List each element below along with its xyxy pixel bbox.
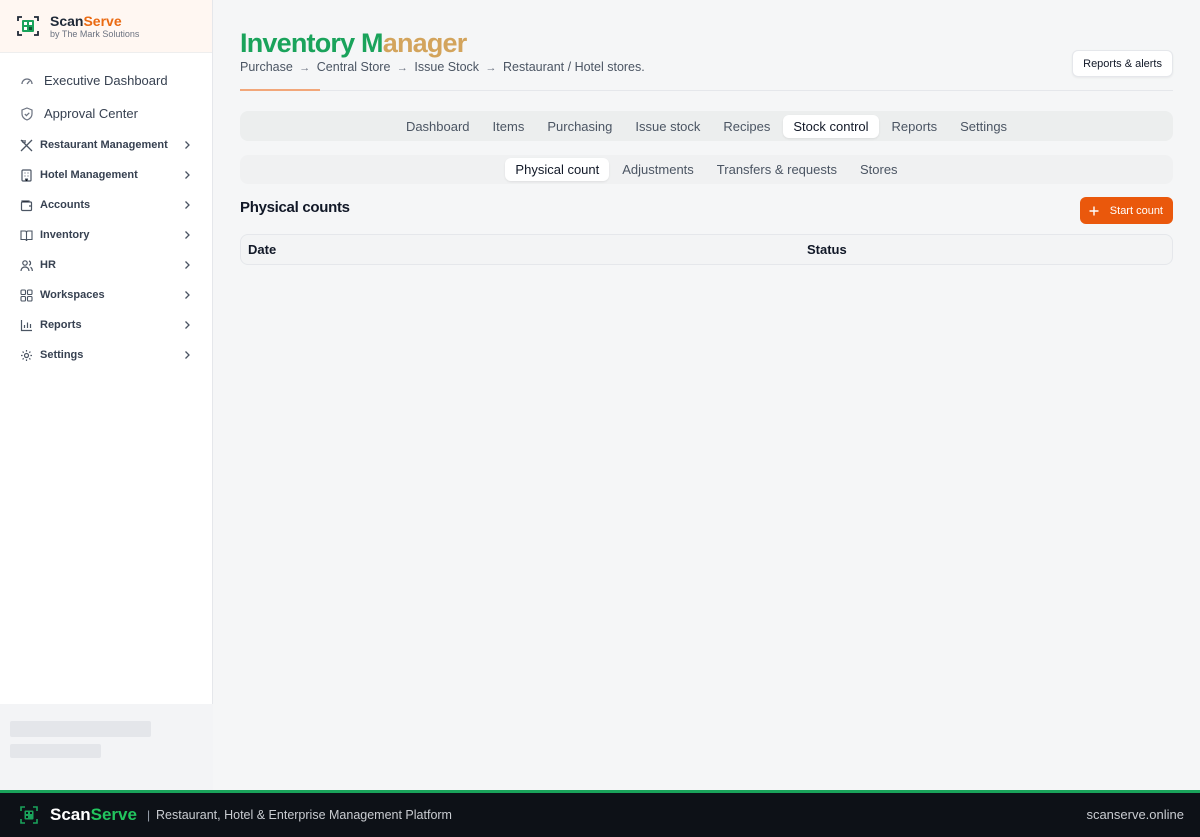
brand[interactable]: ScanServe by The Mark Solutions — [0, 0, 212, 53]
wallet-icon — [20, 199, 33, 212]
building-icon — [20, 168, 33, 182]
sidebar-item-label: Reports — [40, 319, 82, 331]
sidebar-nav: Executive Dashboard Approval Center Rest… — [0, 53, 212, 370]
breadcrumb-item: Issue Stock — [414, 60, 480, 74]
subtab-adjustments[interactable]: Adjustments — [612, 158, 704, 181]
subtab-stores[interactable]: Stores — [850, 158, 908, 181]
physical-counts-table: Date Status — [240, 234, 1173, 265]
breadcrumb-item: Restaurant / Hotel stores. — [503, 60, 645, 74]
sidebar-item-approval-center[interactable]: Approval Center — [0, 97, 212, 130]
brand-subtitle: by The Mark Solutions — [50, 28, 140, 39]
shield-check-icon — [20, 106, 34, 121]
scan-logo-icon — [20, 806, 38, 824]
tab-recipes[interactable]: Recipes — [713, 115, 780, 138]
tab-dashboard[interactable]: Dashboard — [396, 115, 480, 138]
start-count-button[interactable]: Start count — [1079, 197, 1173, 224]
sidebar-item-label: Accounts — [40, 199, 91, 211]
sidebar-item-label: HR — [40, 259, 56, 271]
tab-purchasing[interactable]: Purchasing — [537, 115, 622, 138]
chevron-right-icon — [182, 320, 192, 330]
gauge-icon — [20, 74, 34, 88]
tab-settings[interactable]: Settings — [950, 115, 1017, 138]
chevron-right-icon — [182, 350, 192, 360]
sidebar-item-inventory[interactable]: Inventory — [0, 220, 212, 250]
tab-reports[interactable]: Reports — [882, 115, 948, 138]
sidebar-item-label: Executive Dashboard — [44, 73, 168, 88]
sub-tabs: Physical count Adjustments Transfers & r… — [240, 155, 1173, 184]
bar-chart-icon — [20, 319, 33, 332]
main-tabs: Dashboard Items Purchasing Issue stock R… — [240, 111, 1173, 141]
title-accent-underline — [240, 89, 320, 91]
subtab-transfers-requests[interactable]: Transfers & requests — [707, 158, 847, 181]
sidebar-item-settings[interactable]: Settings — [0, 340, 212, 370]
users-icon — [20, 259, 33, 272]
divider — [240, 90, 1173, 91]
reports-alerts-button[interactable]: Reports & alerts — [1072, 50, 1173, 77]
gear-icon — [20, 349, 33, 362]
plus-icon — [1089, 206, 1099, 216]
arrow-right-icon: → — [299, 62, 311, 74]
brand-name: ScanServe — [50, 12, 122, 29]
column-header-status[interactable]: Status — [807, 242, 847, 257]
grid-icon — [20, 288, 33, 302]
sidebar-item-label: Hotel Management — [40, 169, 138, 181]
footer-tagline: Restaurant, Hotel & Enterprise Managemen… — [156, 808, 452, 822]
skeleton-line — [10, 744, 101, 758]
arrow-right-icon: → — [485, 62, 497, 74]
chevron-right-icon — [182, 200, 192, 210]
sidebar-item-label: Approval Center — [44, 106, 138, 121]
section-title: Physical counts — [240, 199, 350, 216]
chevron-right-icon — [182, 260, 192, 270]
chevron-right-icon — [182, 230, 192, 240]
sidebar-item-accounts[interactable]: Accounts — [0, 190, 212, 220]
utensils-icon — [20, 139, 33, 152]
sidebar-item-reports[interactable]: Reports — [0, 310, 212, 340]
book-icon — [20, 229, 33, 242]
start-count-label: Start count — [1109, 204, 1163, 217]
tab-issue-stock[interactable]: Issue stock — [625, 115, 710, 138]
tab-stock-control[interactable]: Stock control — [783, 114, 879, 138]
sidebar-item-label: Inventory — [40, 229, 90, 241]
footer-site-link[interactable]: scanserve.online — [1086, 807, 1184, 822]
column-header-date[interactable]: Date — [248, 242, 276, 257]
sidebar-item-hotel-management[interactable]: Hotel Management — [0, 160, 212, 190]
sidebar-item-executive-dashboard[interactable]: Executive Dashboard — [0, 64, 212, 97]
subtab-physical-count[interactable]: Physical count — [505, 158, 610, 181]
tab-items[interactable]: Items — [483, 115, 535, 138]
breadcrumb: Purchase → Central Store → Issue Stock →… — [240, 60, 645, 74]
sidebar-item-workspaces[interactable]: Workspaces — [0, 280, 212, 310]
footer-brand-name: ScanServe — [50, 805, 137, 824]
chevron-right-icon — [182, 290, 192, 300]
sidebar: ScanServe by The Mark Solutions Executiv… — [0, 0, 213, 790]
chevron-right-icon — [182, 140, 192, 150]
footer-separator: | — [147, 808, 151, 822]
chevron-right-icon — [182, 170, 192, 180]
footer: ScanServe | Restaurant, Hotel & Enterpri… — [0, 790, 1200, 837]
skeleton-line — [10, 721, 151, 737]
sidebar-item-hr[interactable]: HR — [0, 250, 212, 280]
breadcrumb-item: Central Store — [316, 60, 391, 74]
sidebar-item-label: Restaurant Management — [40, 139, 168, 151]
page-title: Inventory Manager — [240, 28, 467, 58]
arrow-right-icon: → — [396, 62, 408, 74]
breadcrumb-item: Purchase — [240, 60, 293, 74]
sidebar-user-skeleton — [0, 704, 213, 790]
sidebar-item-label: Workspaces — [40, 289, 105, 301]
sidebar-item-label: Settings — [40, 349, 84, 361]
sidebar-item-restaurant-management[interactable]: Restaurant Management — [0, 130, 212, 160]
scan-logo-icon — [17, 16, 39, 36]
